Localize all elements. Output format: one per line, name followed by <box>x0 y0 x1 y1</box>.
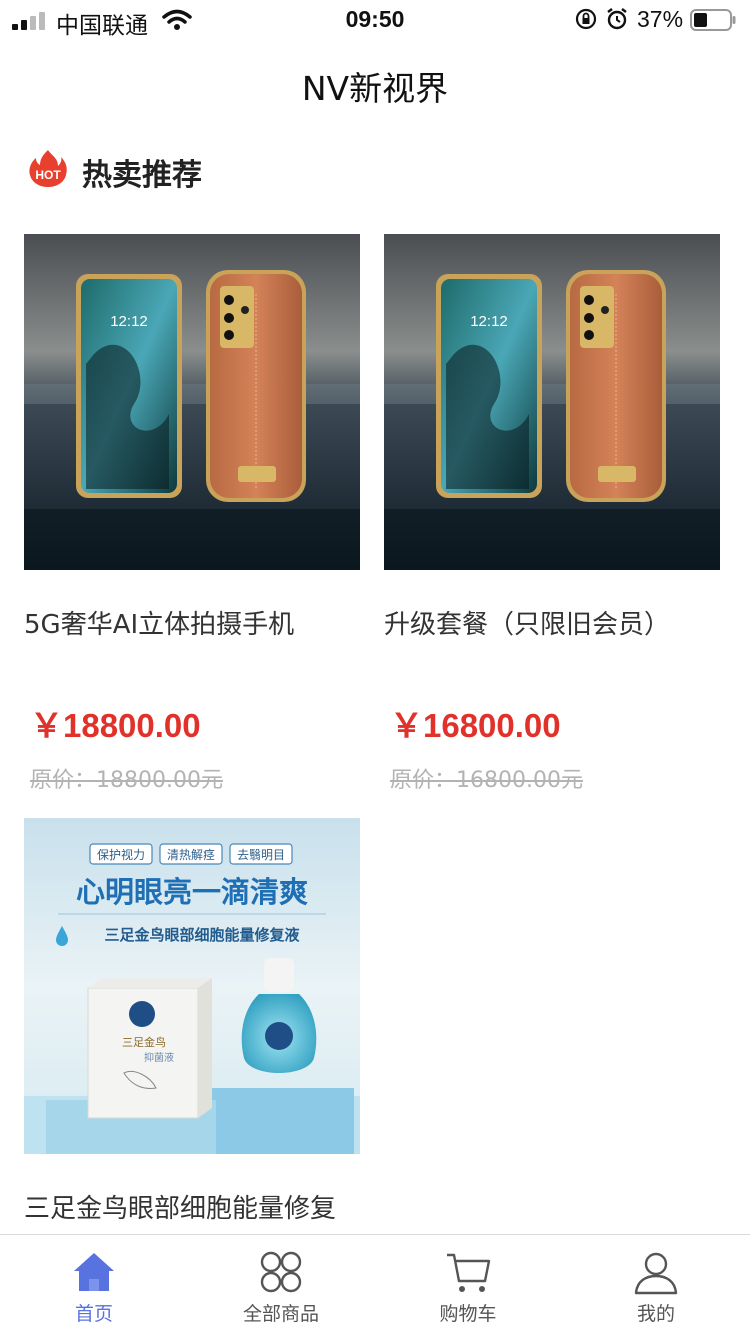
product-card[interactable]: 12:12 5G奢华AI立体拍摄手机 ￥18800.00 原价：18800.00… <box>24 234 360 793</box>
tab-home[interactable]: 首页 <box>19 1235 169 1334</box>
hot-fire-icon: HOT <box>29 150 67 187</box>
ad-tag: 清热解痉 <box>167 847 215 862</box>
tab-mine[interactable]: 我的 <box>581 1235 731 1334</box>
product-image[interactable]: 12:12 <box>384 234 720 570</box>
tab-cart[interactable]: 购物车 <box>393 1235 543 1334</box>
phone-screen-time: 12:12 <box>110 313 148 330</box>
page-title: NV新视界 <box>301 69 449 108</box>
ad-tag: 去翳明目 <box>237 848 285 862</box>
ad-subline: 三足金鸟眼部细胞能量修复液 <box>104 926 300 944</box>
box-title: 三足金鸟 <box>122 1035 166 1049</box>
grid-icon <box>260 1251 302 1293</box>
hot-icon-label: HOT <box>35 168 61 182</box>
tab-label: 全部商品 <box>242 1303 319 1325</box>
product-original-price: 原价：16800.00元 <box>390 768 583 793</box>
home-icon <box>74 1253 114 1291</box>
product-price: ￥16800.00 <box>390 707 561 744</box>
tab-label: 首页 <box>74 1303 113 1325</box>
tab-label: 我的 <box>636 1303 675 1325</box>
rotation-lock-icon <box>575 8 597 30</box>
cart-icon <box>447 1253 491 1292</box>
phone-screen-time: 12:12 <box>470 313 508 330</box>
tab-all-products[interactable]: 全部商品 <box>206 1235 356 1334</box>
product-card[interactable]: 保护视力 清热解痉 去翳明目 心明眼亮一滴清爽 三足金鸟眼部细胞能量修复液 三足… <box>24 818 360 1224</box>
ad-tag: 保护视力 <box>97 847 145 862</box>
tab-bar: 首页 全部商品 购物车 我的 <box>0 1234 750 1334</box>
user-icon <box>634 1252 678 1295</box>
product-price: ￥18800.00 <box>30 707 201 744</box>
battery-percentage: 37% <box>637 6 684 32</box>
product-name[interactable]: 5G奢华AI立体拍摄手机 <box>24 604 360 641</box>
ad-headline: 心明眼亮一滴清爽 <box>76 875 308 909</box>
section-title: 热卖推荐 <box>82 158 202 193</box>
product-image[interactable]: 保护视力 清热解痉 去翳明目 心明眼亮一滴清爽 三足金鸟眼部细胞能量修复液 三足… <box>24 818 360 1154</box>
alarm-icon <box>607 8 627 30</box>
product-name[interactable]: 升级套餐（只限旧会员） <box>384 604 720 641</box>
product-image[interactable]: 12:12 <box>24 234 360 570</box>
battery-icon <box>690 9 736 31</box>
box-subtitle: 抑菌液 <box>144 1051 174 1064</box>
status-bar: 中国联通 09:50 37% <box>0 0 750 40</box>
product-original-price: 原价：18800.00元 <box>30 768 223 793</box>
tab-label: 购物车 <box>439 1303 497 1325</box>
product-card[interactable]: 12:12 升级套餐（只限旧会员） ￥16800.00 原价：16800.00元 <box>384 234 720 793</box>
product-name[interactable]: 三足金鸟眼部细胞能量修复 <box>24 1188 360 1225</box>
